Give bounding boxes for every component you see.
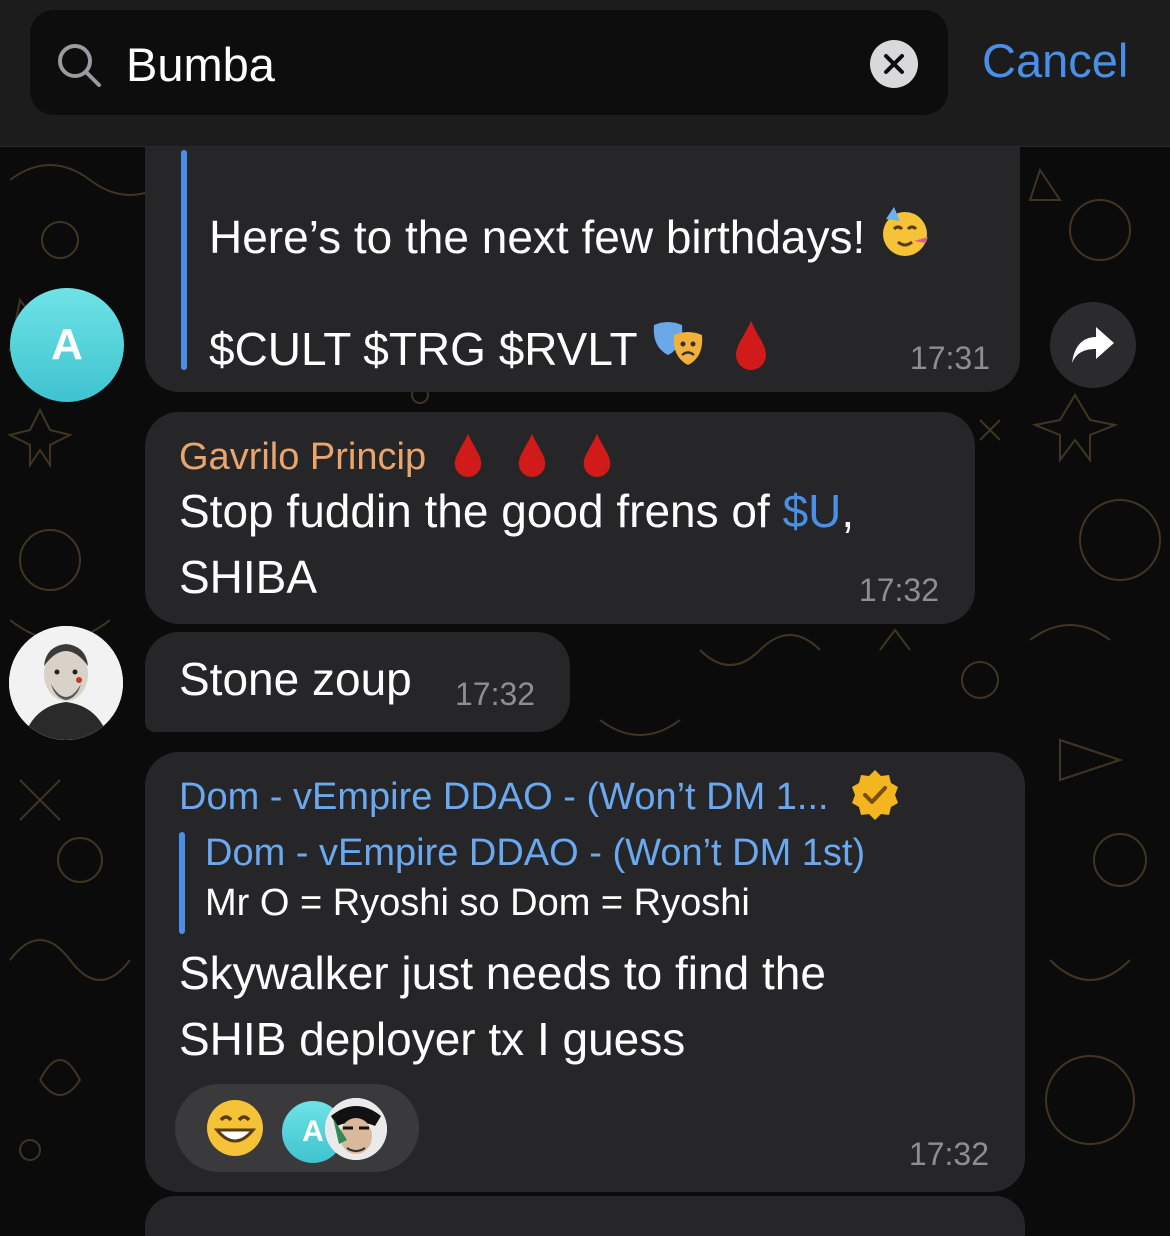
share-arrow-icon	[1072, 327, 1114, 363]
message-time: 17:32	[858, 572, 939, 608]
reply-preview-text: Mr O = Ryoshi so Dom = Ryoshi	[205, 882, 750, 924]
cashtag-link[interactable]: $U	[783, 485, 842, 537]
search-icon	[58, 44, 101, 87]
avatar[interactable]: A	[10, 288, 124, 402]
avatar[interactable]	[9, 626, 123, 740]
message-text-line: $CULT $TRG $RVLT	[209, 316, 768, 388]
close-icon	[884, 54, 904, 74]
message-bubble[interactable]	[145, 1196, 1025, 1236]
reaction-chip[interactable]: A	[175, 1084, 419, 1172]
message-text-line: Here’s to the next few birthdays!	[209, 204, 932, 276]
message-text: Stone zoup	[179, 653, 412, 705]
message-bubble[interactable]: Gavrilo Princip Stop fuddin the good fre…	[145, 412, 975, 624]
message-text-line: Skywalker just needs to find the	[179, 947, 826, 999]
message-bubble[interactable]: Here’s to the next few birthdays! $CULT …	[145, 120, 1020, 392]
portrait-icon	[9, 626, 123, 740]
performing-arts-icon	[650, 317, 710, 388]
message-bubble[interactable]: Stone zoup 17:32	[145, 632, 570, 732]
search-field[interactable]: Bumba	[30, 10, 948, 115]
message-time: 17:32	[908, 1136, 989, 1172]
sender-name[interactable]: Dom - vEmpire DDAO - (Won’t DM 1...	[179, 768, 901, 830]
verified-badge-icon	[849, 768, 901, 830]
drop-of-blood-icon	[734, 317, 768, 388]
quote-bar	[181, 150, 187, 370]
search-input[interactable]: Bumba	[126, 38, 275, 92]
reply-sender-name[interactable]: Dom - vEmpire DDAO - (Won’t DM 1st)	[205, 832, 865, 875]
reaction-avatar	[325, 1098, 387, 1160]
partying-face-icon	[878, 205, 932, 276]
message-text-line: SHIBA	[179, 551, 318, 603]
message-time: 17:31	[909, 340, 990, 376]
message-text-line: Stop fuddin the good frens of $U,	[179, 485, 855, 537]
message-time: 17:32	[455, 676, 536, 712]
forward-button[interactable]	[1050, 302, 1136, 388]
reply-quote-bar	[179, 832, 185, 934]
cancel-button[interactable]: Cancel	[982, 34, 1128, 88]
clear-search-button[interactable]	[870, 40, 918, 88]
search-header: Bumba Cancel	[0, 0, 1170, 147]
cartoon-avatar-icon	[325, 1098, 387, 1160]
grinning-face-icon	[205, 1098, 265, 1163]
message-text-line: SHIB deployer tx I guess	[179, 1013, 686, 1065]
